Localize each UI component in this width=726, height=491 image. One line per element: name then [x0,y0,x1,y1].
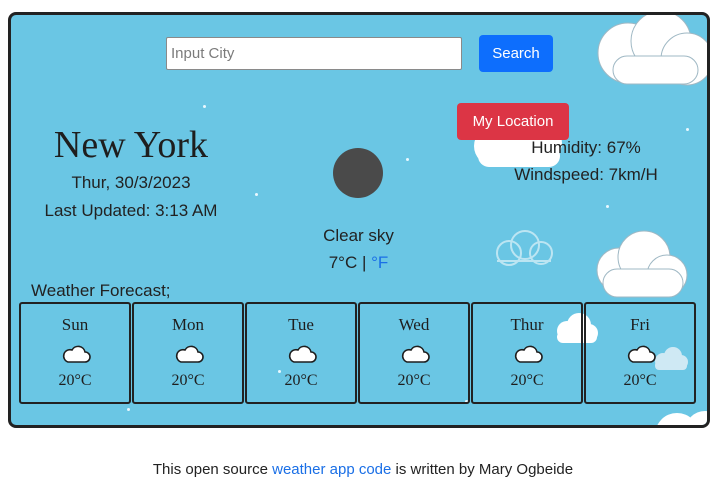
forecast-day-card: Wed 20°C [358,302,470,404]
city-name: New York [53,124,209,166]
background-cloud-bottom-right [657,411,707,425]
forecast-day-name: Sun [61,315,89,334]
cloud-icon [514,345,543,363]
forecast-title: Weather Forecast; [31,281,171,300]
forecast-day-name: Thur [510,315,544,334]
windspeed: Windspeed: 7km/H [514,165,658,184]
star-dot [606,205,609,208]
star-dot [406,158,409,161]
forecast-day-name: Mon [171,315,205,334]
humidity: Humidity: 67% [531,138,641,157]
forecast-day-card: Fri 20°C [584,302,696,404]
forecast-day-card: Tue 20°C [245,302,357,404]
temperature-celsius: 7°C [328,253,358,272]
forecast-list: Sun 20°C Mon 20°C Tue 20°C Wed 20°C Thur 20°C Fri 2… [19,302,699,404]
background-cloud-right [596,230,688,298]
star-dot [255,193,258,196]
last-updated: Last Updated: 3:13 AM [44,201,218,220]
forecast-day-card: Mon 20°C [132,302,244,404]
forecast-day-temp: 20°C [510,372,544,389]
current-date: Thur, 30/3/2023 [71,173,191,192]
temperature-display: 7°C | °F [301,253,416,273]
forecast-day-card: Thur 20°C [471,302,583,404]
star-dot [203,105,206,108]
forecast-day-card: Sun 20°C [19,302,131,404]
forecast-day-temp: 20°C [171,372,205,389]
forecast-day-name: Wed [398,315,430,334]
cloud-icon [175,345,204,363]
weather-app: Search My Location New York Thur, 30/3/2… [8,12,710,428]
cloud-icon [401,345,430,363]
background-cloud-top-right [597,15,707,86]
forecast-day-temp: 20°C [623,372,657,389]
forecast-day-temp: 20°C [284,372,318,389]
unit-separator: | [357,253,372,272]
search-button[interactable]: Search [479,35,553,72]
cloud-icon [288,345,317,363]
footer: This open source weather app code is wri… [0,461,726,478]
forecast-day-name: Tue [288,315,314,334]
forecast-day-temp: 20°C [58,372,92,389]
current-weather-icon [333,148,383,198]
forecast-day-name: Fri [630,315,650,334]
star-dot [686,128,689,131]
cloud-icon [627,345,656,363]
forecast-day-temp: 20°C [397,372,431,389]
search-bar: Search My Location [166,35,569,140]
my-location-button[interactable]: My Location [457,103,569,140]
source-code-link[interactable]: weather app code [272,461,391,478]
background-cloud-outline [496,230,553,266]
footer-suffix: is written by Mary Ogbeide [391,461,574,478]
fahrenheit-link[interactable]: °F [371,253,388,272]
star-dot [127,408,130,411]
weather-description: Clear sky [323,226,394,245]
footer-prefix: This open source [152,461,273,478]
cloud-icon [62,345,91,363]
city-search-input[interactable] [166,37,462,70]
